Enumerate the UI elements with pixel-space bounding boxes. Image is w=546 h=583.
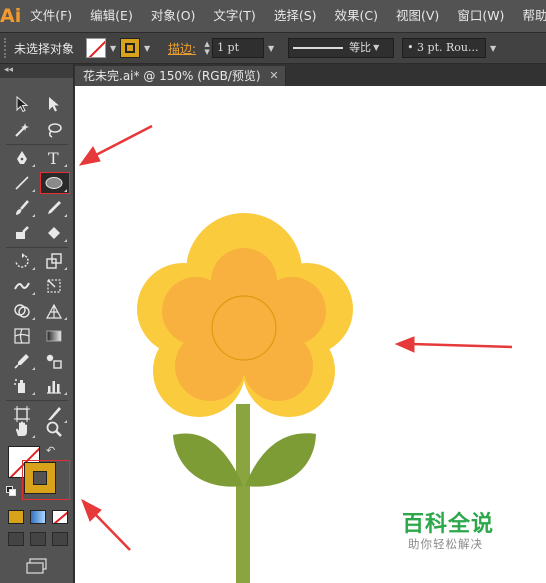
stroke-label-link[interactable]: 描边: [168,40,196,57]
mesh-tool-icon[interactable] [6,324,38,348]
menu-help[interactable]: 帮助( [513,0,546,32]
color-mode-icon[interactable] [8,510,24,524]
direct-selection-tool-icon[interactable] [38,92,70,116]
right-leaf [245,433,316,487]
selection-tool-icon[interactable] [6,92,38,116]
stroke-weight-input[interactable]: 1 pt [212,38,265,58]
swap-fill-stroke-icon[interactable]: ↶ [46,444,55,457]
hand-tool-icon[interactable] [6,417,38,441]
lasso-tool-icon[interactable] [38,118,70,142]
pencil-tool-icon[interactable] [38,196,70,220]
stroke-weight-spinner-icon[interactable]: ▲ ▼ [202,38,212,58]
svg-text:T: T [48,149,59,167]
blend-tool-icon[interactable] [38,349,70,373]
flower-stem [236,404,250,583]
control-bar: 未选择对象 ▼ ▼ 描边: ▲ ▼ 1 pt ▼ 等比 ▼ • 3 pt. Rou… [0,32,546,64]
document-tab-bar: 花未完.ai* @ 150% (RGB/预览) ✕ [75,64,546,86]
draw-inside-icon[interactable] [52,532,68,546]
menu-select[interactable]: 选择(S) [265,0,326,32]
stroke-dropdown-icon[interactable]: ▼ [140,38,154,58]
rotate-tool-icon[interactable] [6,249,38,273]
column-graph-tool-icon[interactable] [38,374,70,398]
eyedropper-tool-icon[interactable] [6,349,38,373]
left-leaf [173,433,243,487]
none-mode-icon[interactable] [52,510,68,524]
scale-tool-icon[interactable] [38,249,70,273]
width-tool-icon[interactable] [6,274,38,298]
magic-wand-tool-icon[interactable] [6,118,38,142]
watermark-logo: 百科全说 助你轻松解决 [400,506,510,556]
shape-builder-tool-icon[interactable] [6,299,38,323]
ellipse-tool-icon[interactable] [38,171,70,195]
fill-dropdown-icon[interactable]: ▼ [106,38,120,58]
tools-panel: ◂◂ T ↶ [0,64,74,583]
profile-line-icon [293,47,344,49]
default-fill-stroke-icon[interactable] [6,486,16,496]
line-segment-tool-icon[interactable] [6,171,38,195]
menu-edit[interactable]: 编辑(E) [81,0,142,32]
watermark-title: 百科全说 [402,512,495,537]
free-transform-tool-icon[interactable] [38,274,70,298]
menu-view[interactable]: 视图(V) [387,0,448,32]
stroke-weight-dropdown-icon[interactable]: ▼ [264,38,278,58]
watermark-subtitle: 助你轻松解决 [408,537,483,551]
symbol-sprayer-tool-icon[interactable] [6,374,38,398]
color-mode-buttons [8,510,68,526]
screen-mode-icon[interactable] [26,558,48,574]
menu-object[interactable]: 对象(O) [142,0,205,32]
document-tab-title: 花未完.ai* @ 150% (RGB/预览) [83,69,261,83]
pen-tool-icon[interactable] [6,146,38,170]
tools-collapse-icon[interactable]: ◂◂ [0,64,73,78]
profile-label: 等比 [349,41,372,54]
panel-grip[interactable] [4,38,8,58]
document-tab[interactable]: 花未完.ai* @ 150% (RGB/预览) ✕ [75,66,286,86]
stroke-color-swatch[interactable] [120,38,141,58]
chevron-down-icon: ▼ [373,43,380,52]
menu-effect[interactable]: 效果(C) [326,0,387,32]
brush-definition-select[interactable]: • 3 pt. Rou... [402,38,487,58]
eraser-tool-icon[interactable] [38,221,70,245]
stroke-highlight [22,460,70,500]
blob-brush-tool-icon[interactable] [6,221,38,245]
gradient-mode-icon[interactable] [30,510,46,524]
paintbrush-tool-icon[interactable] [6,196,38,220]
menu-window[interactable]: 窗口(W) [448,0,513,32]
zoom-tool-icon[interactable] [38,417,70,441]
close-icon[interactable]: ✕ [269,66,278,86]
draw-normal-icon[interactable] [8,532,24,546]
type-tool-icon[interactable]: T [38,146,70,170]
menu-type[interactable]: 文字(T) [204,0,264,32]
fill-stroke-control: ↶ [6,442,70,500]
gradient-tool-icon[interactable] [38,324,70,348]
menu-file[interactable]: 文件(F) [21,0,81,32]
app-logo: Ai [0,5,22,27]
perspective-grid-tool-icon[interactable] [38,299,70,323]
flower-center [211,295,277,361]
draw-behind-icon[interactable] [30,532,46,546]
variable-width-profile-select[interactable]: 等比 ▼ [288,38,395,58]
fill-color-swatch[interactable] [86,38,107,58]
selection-status: 未选择对象 [14,41,75,56]
menu-bar: Ai 文件(F) 编辑(E) 对象(O) 文字(T) 选择(S) 效果(C) 视… [0,0,546,32]
brush-dropdown-icon[interactable]: ▼ [486,38,500,58]
draw-mode-buttons [8,532,68,548]
